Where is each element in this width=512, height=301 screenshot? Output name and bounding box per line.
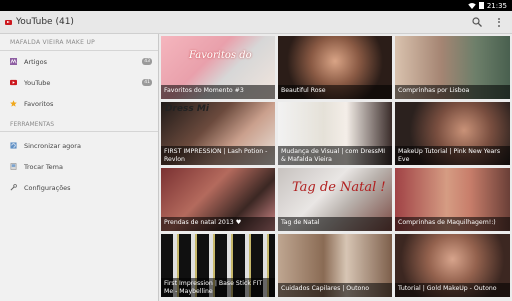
video-tile[interactable]: Mudança de Visual | com DressMI & Mafald… xyxy=(278,102,392,165)
tools-section-header: FERRAMENTAS xyxy=(0,114,158,132)
video-tile[interactable]: Favoritos do Favoritos do Momento #3 xyxy=(161,36,275,99)
video-tile[interactable]: Dress Mi FIRST IMPRESSION | Lash Potion … xyxy=(161,102,275,165)
articles-icon xyxy=(10,58,17,65)
video-tile[interactable]: Cuidados Capilares | Outono xyxy=(278,234,392,297)
drawer-item-theme[interactable]: Trocar Tema xyxy=(0,156,158,177)
video-tile[interactable]: First Impression | Base Stick FIT Me - M… xyxy=(161,234,275,297)
overflow-menu-icon[interactable] xyxy=(498,17,500,27)
drawer-item-youtube[interactable]: YouTube 41 xyxy=(0,72,158,93)
video-title: First Impression | Base Stick FIT Me - M… xyxy=(161,278,275,297)
video-title: Mudança de Visual | com DressMI & Mafald… xyxy=(278,146,392,165)
video-title: MakeUp Tutorial | Pink New Years Eve xyxy=(395,146,510,165)
video-title: Comprinhas por Lisboa xyxy=(395,85,510,99)
video-tile[interactable]: Tag de Natal ! Tag de Natal xyxy=(278,168,392,231)
video-title: Beautiful Rose xyxy=(278,85,392,99)
star-icon xyxy=(10,100,17,107)
drawer-item-label: YouTube xyxy=(24,78,51,87)
video-tile[interactable]: Beautiful Rose xyxy=(278,36,392,99)
wifi-icon xyxy=(468,2,476,9)
video-title: Cuidados Capilares | Outono xyxy=(278,283,392,297)
youtube-logo-icon xyxy=(5,19,12,25)
thumbnail-overlay-text: Favoritos do xyxy=(189,50,252,61)
theme-icon xyxy=(10,163,17,170)
video-tile[interactable]: MakeUp Tutorial | Pink New Years Eve xyxy=(395,102,510,165)
search-icon[interactable] xyxy=(472,17,482,27)
action-bar: YouTube (41) xyxy=(0,11,512,34)
drawer-header: MAFALDA VIEIRA MAKE UP xyxy=(0,34,158,51)
drawer-item-label: Sincronizar agora xyxy=(24,141,81,150)
app-title: YouTube (41) xyxy=(16,17,74,27)
sync-icon xyxy=(10,142,17,149)
drawer-item-settings[interactable]: Configurações xyxy=(0,177,158,198)
video-title: Tag de Natal xyxy=(278,217,392,231)
video-title: Comprinhas de Maquilhagem!:) xyxy=(395,217,510,231)
drawer-item-label: Favoritos xyxy=(24,99,54,108)
drawer-item-label: Configurações xyxy=(24,183,71,192)
video-title: Prendas de natal 2013 ♥ xyxy=(161,217,275,231)
video-title: Tutorial | Gold MakeUp - Outono xyxy=(395,283,510,297)
video-tile[interactable]: Prendas de natal 2013 ♥ xyxy=(161,168,275,231)
video-tile[interactable]: Comprinhas de Maquilhagem!:) xyxy=(395,168,510,231)
video-title: FIRST IMPRESSION | Lash Potion - Revlon xyxy=(161,146,275,165)
drawer-item-label: Artigos xyxy=(24,57,47,66)
count-badge: 41 xyxy=(142,79,152,86)
status-bar: 21:35 xyxy=(0,0,512,11)
youtube-icon xyxy=(10,79,17,86)
thumbnail-overlay-text: Dress Mi xyxy=(165,104,209,114)
video-tile[interactable]: Comprinhas por Lisboa xyxy=(395,36,510,99)
count-badge: 43 xyxy=(142,58,152,65)
drawer-item-artigos[interactable]: Artigos 43 xyxy=(0,51,158,72)
drawer-item-favoritos[interactable]: Favoritos xyxy=(0,93,158,114)
settings-icon xyxy=(10,184,17,191)
drawer-item-label: Trocar Tema xyxy=(24,162,63,171)
thumbnail-overlay-text: Tag de Natal ! xyxy=(292,180,386,195)
drawer-item-sync[interactable]: Sincronizar agora xyxy=(0,135,158,156)
video-tile[interactable]: Tutorial | Gold MakeUp - Outono xyxy=(395,234,510,297)
video-title: Favoritos do Momento #3 xyxy=(161,85,275,99)
navigation-drawer: MAFALDA VIEIRA MAKE UP Artigos 43 YouTub… xyxy=(0,34,159,301)
status-time: 21:35 xyxy=(486,1,507,10)
video-grid: Favoritos do Favoritos do Momento #3 Bea… xyxy=(161,34,512,301)
battery-icon xyxy=(478,2,484,9)
